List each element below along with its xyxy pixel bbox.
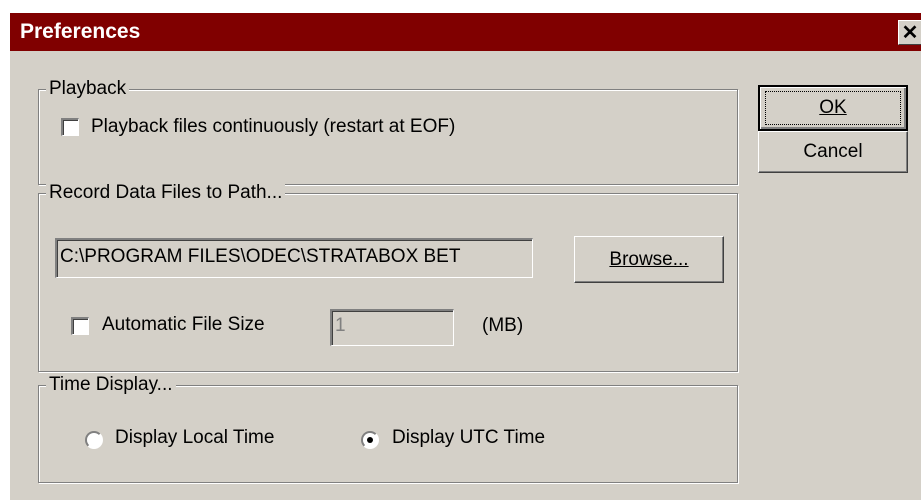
ok-button[interactable]: OK: [758, 85, 908, 131]
preferences-dialog: Preferences ✕ Playback Playback files co…: [10, 13, 921, 500]
display-utc-time-radio[interactable]: [361, 431, 379, 449]
automatic-file-size-label[interactable]: Automatic File Size: [102, 314, 265, 336]
close-icon[interactable]: ✕: [898, 20, 921, 45]
automatic-file-size-checkbox[interactable]: [71, 317, 89, 335]
title-bar[interactable]: Preferences ✕: [10, 13, 921, 51]
cancel-button[interactable]: Cancel: [758, 131, 908, 173]
display-utc-time-label[interactable]: Display UTC Time: [392, 427, 545, 449]
file-size-unit-label: (MB): [482, 315, 524, 336]
ok-button-focus-rect: [765, 91, 901, 125]
display-local-time-radio[interactable]: [85, 431, 103, 449]
playback-group-label: Playback: [46, 78, 130, 100]
browse-button[interactable]: Browse...: [574, 236, 724, 283]
radio-selected-dot: [367, 437, 373, 443]
time-display-group-label: Time Display...: [46, 374, 176, 396]
window-title: Preferences: [20, 20, 141, 43]
record-path-group-label: Record Data Files to Path...: [46, 182, 286, 204]
browse-button-label: Browse...: [609, 249, 689, 270]
display-local-time-label[interactable]: Display Local Time: [115, 427, 274, 449]
record-path-field[interactable]: C:\PROGRAM FILES\ODEC\STRATABOX BET: [55, 238, 533, 278]
playback-continuous-label[interactable]: Playback files continuously (restart at …: [91, 116, 455, 138]
file-size-field[interactable]: 1: [330, 309, 454, 346]
playback-continuous-checkbox[interactable]: [61, 118, 79, 136]
